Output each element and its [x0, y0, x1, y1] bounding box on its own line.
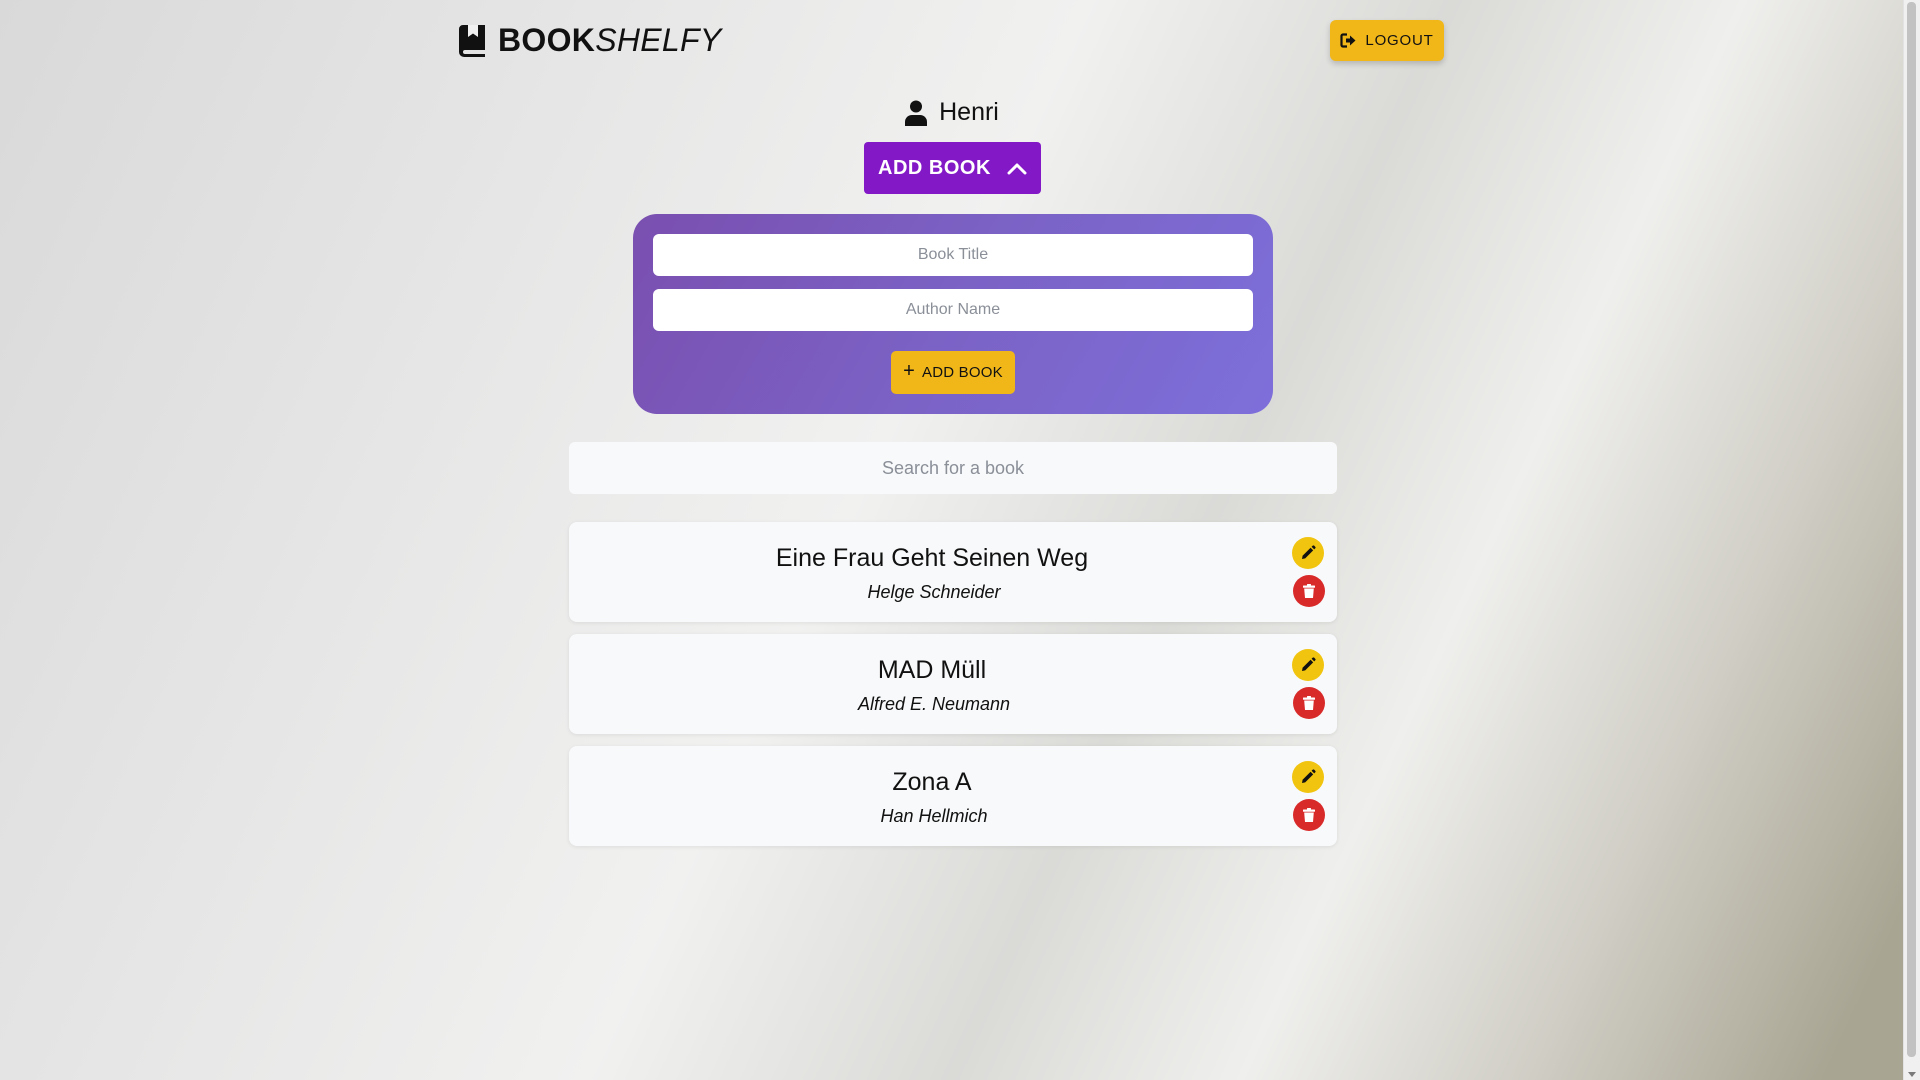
book-title: MAD Müll	[877, 656, 987, 684]
add-book-form: + ADD BOOK	[633, 214, 1273, 414]
scrollbar-thumb[interactable]	[1907, 2, 1916, 1057]
trash-icon	[1303, 808, 1315, 822]
book-title-input[interactable]	[653, 234, 1253, 276]
pencil-icon	[1302, 769, 1316, 783]
book-author: Han Hellmich	[880, 806, 988, 826]
brand-name-bold: BOOK	[498, 22, 596, 58]
book-card: Eine Frau Geht Seinen Weg Helge Schneide…	[569, 522, 1337, 622]
scroll-down-arrow-icon[interactable]	[1908, 1072, 1916, 1077]
trash-icon	[1303, 696, 1315, 710]
edit-book-button[interactable]	[1292, 537, 1324, 569]
author-name-input[interactable]	[653, 289, 1253, 331]
logout-label: LOGOUT	[1365, 32, 1434, 49]
delete-book-button[interactable]	[1293, 575, 1325, 607]
search-input[interactable]	[569, 442, 1337, 494]
brand-name-italic: SHELFY	[595, 22, 722, 58]
add-book-submit-button[interactable]: + ADD BOOK	[891, 351, 1015, 394]
user-display: Henri	[0, 98, 1904, 127]
add-book-submit-label: ADD BOOK	[922, 364, 1003, 381]
add-book-toggle-button[interactable]: ADD BOOK	[864, 142, 1041, 194]
user-name: Henri	[939, 98, 999, 126]
delete-book-button[interactable]	[1293, 799, 1325, 831]
book-card: MAD Müll Alfred E. Neumann	[569, 634, 1337, 734]
pencil-icon	[1302, 657, 1316, 671]
page-scrollbar[interactable]	[1903, 0, 1920, 1080]
sign-out-icon	[1340, 33, 1356, 48]
book-card: Zona A Han Hellmich	[569, 746, 1337, 846]
book-author: Helge Schneider	[867, 582, 1001, 602]
edit-book-button[interactable]	[1292, 761, 1324, 793]
add-book-toggle-label: ADD BOOK	[878, 156, 991, 179]
logout-button[interactable]: LOGOUT	[1330, 20, 1444, 61]
user-icon	[905, 100, 928, 126]
pencil-icon	[1302, 545, 1316, 559]
delete-book-button[interactable]	[1293, 687, 1325, 719]
chevron-up-icon	[1007, 163, 1027, 175]
book-bookmark-icon	[459, 24, 485, 57]
edit-book-button[interactable]	[1292, 649, 1324, 681]
trash-icon	[1303, 584, 1315, 598]
book-title: Zona A	[892, 768, 972, 796]
brand-logo[interactable]: BOOK SHELFY	[459, 22, 722, 59]
book-author: Alfred E. Neumann	[857, 694, 1011, 714]
book-title: Eine Frau Geht Seinen Weg	[775, 544, 1089, 572]
plus-icon: +	[903, 359, 916, 382]
